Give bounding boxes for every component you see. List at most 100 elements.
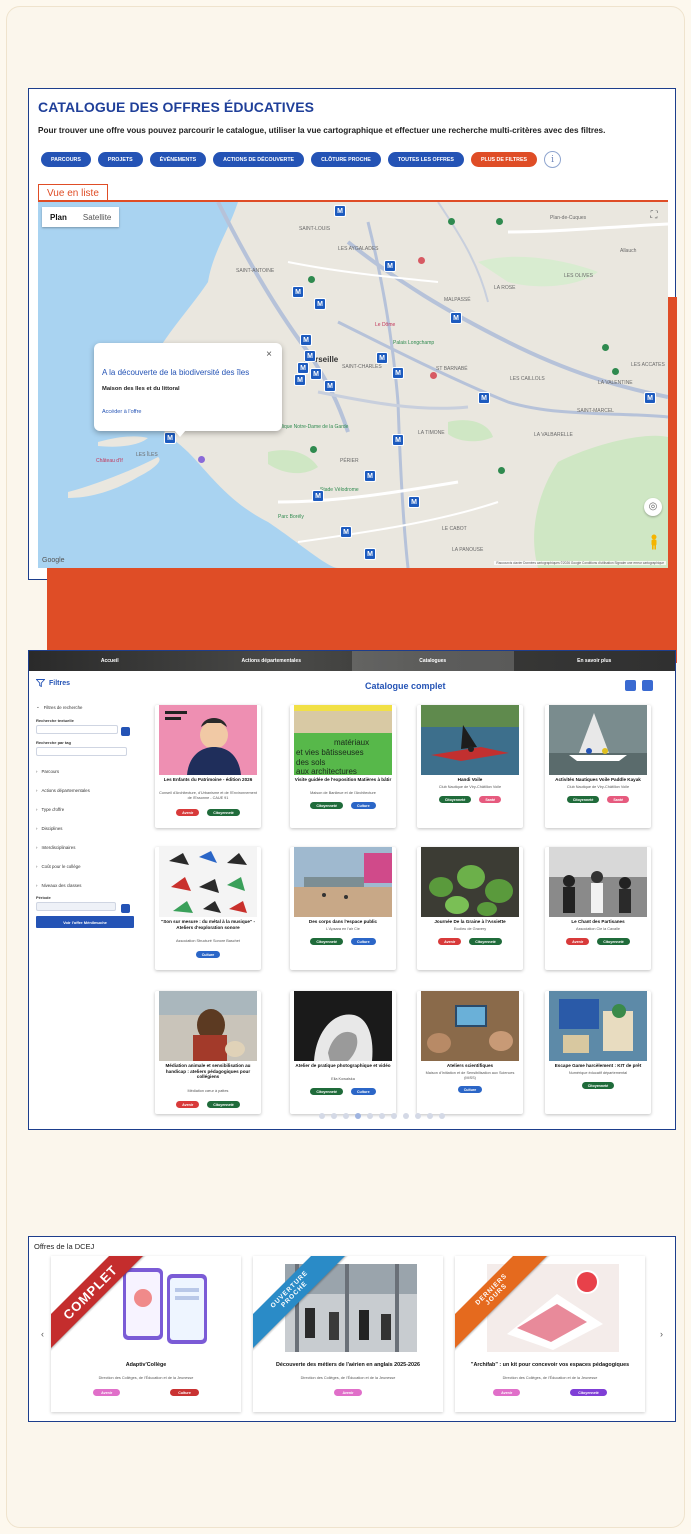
poi-park-icon[interactable]: [612, 368, 619, 375]
filter-group-disciplines[interactable]: › Disciplines: [36, 819, 134, 838]
filter-group-parcours[interactable]: › Parcours: [36, 762, 134, 781]
offer-card[interactable]: "Son sur mesure : du métal à la musique"…: [155, 847, 261, 970]
offer-marker-icon[interactable]: M: [364, 548, 376, 560]
nav-item-en-savoir-plus[interactable]: En savoir plus: [514, 651, 676, 671]
offer-marker-icon[interactable]: M: [310, 368, 322, 380]
my-location-icon[interactable]: ◎: [644, 498, 662, 516]
page-dot[interactable]: [319, 1113, 325, 1119]
page-dot[interactable]: [427, 1113, 433, 1119]
filter-projets-button[interactable]: PROJETS: [97, 152, 143, 167]
offer-card[interactable]: matériaux et vies bâtisseuses des sols aux …: [290, 705, 396, 828]
offer-card[interactable]: Escape Game harcèlement : KIT de prêt Nu…: [545, 991, 651, 1114]
offer-marker-icon[interactable]: M: [364, 470, 376, 482]
poi-landmark-icon[interactable]: [430, 372, 437, 379]
offer-card[interactable]: Handi Voile Club Nautique de Viry-Châtil…: [417, 705, 523, 828]
offer-marker-icon[interactable]: M: [304, 350, 316, 362]
map-type-plan[interactable]: Plan: [42, 207, 75, 227]
period-input[interactable]: [36, 902, 116, 911]
dcej-offer-card[interactable]: OUVERTURE PROCHE Découverte des métiers …: [253, 1256, 443, 1412]
dcej-offer-card[interactable]: DERNIERS JOURS "Archifab" : un kit pour …: [455, 1256, 645, 1412]
map-label: SAINT-CHARLES: [342, 364, 382, 370]
offer-marker-icon[interactable]: M: [324, 380, 336, 392]
offer-marker-icon[interactable]: M: [314, 298, 326, 310]
offer-card[interactable]: Atelier de pratique photographique et vi…: [290, 991, 396, 1114]
map-attribution[interactable]: Raccourcis clavier Données cartographiqu…: [494, 561, 666, 565]
map-view-icon[interactable]: [642, 680, 653, 691]
offer-marker-icon[interactable]: M: [334, 205, 346, 217]
offer-card[interactable]: Ateliers scientifiques Maison d'Initiati…: [417, 991, 523, 1114]
filters-section-toggle[interactable]: ⌄ Filtres de recherche: [36, 699, 134, 715]
offer-marker-icon[interactable]: M: [384, 260, 396, 272]
offer-marker-icon[interactable]: M: [300, 334, 312, 346]
poi-park-icon[interactable]: [496, 218, 503, 225]
tag-select[interactable]: [36, 747, 127, 756]
offer-marker-icon[interactable]: M: [376, 352, 388, 364]
offer-marker-icon[interactable]: M: [644, 392, 656, 404]
page-dot[interactable]: [439, 1113, 445, 1119]
fullscreen-icon[interactable]: ⛶: [646, 208, 662, 224]
offer-marker-icon[interactable]: M: [297, 362, 309, 374]
poi-park-icon[interactable]: [602, 344, 609, 351]
offer-marker-icon[interactable]: M: [312, 490, 324, 502]
filter-group-cout[interactable]: › Coût pour le collège: [36, 857, 134, 876]
offer-marker-icon[interactable]: M: [478, 392, 490, 404]
filter-group-niveaux[interactable]: › Niveaux des classes: [36, 876, 134, 895]
offer-marker-icon[interactable]: M: [408, 496, 420, 508]
poi-park-icon[interactable]: [310, 446, 317, 453]
offer-card[interactable]: Le Chant des Partisanes Association Cie …: [545, 847, 651, 970]
dcej-offer-card[interactable]: COMPLET Adaptiv'Collège Direction des Co…: [51, 1256, 241, 1412]
offer-marker-icon[interactable]: M: [292, 286, 304, 298]
filter-evenements-button[interactable]: ÉVÉNEMENTS: [149, 152, 207, 167]
offer-card[interactable]: Activités Nautiques Voile Paddle Kayak C…: [545, 705, 651, 828]
tab-list-view[interactable]: Vue en liste: [38, 184, 108, 201]
nav-item-actions[interactable]: Actions départementales: [191, 651, 353, 671]
offer-image: [421, 847, 519, 917]
offer-marker-icon[interactable]: M: [294, 374, 306, 386]
info-icon[interactable]: i: [544, 151, 562, 168]
more-filters-button[interactable]: PLUS DE FILTRES: [470, 152, 538, 167]
grid-view-icon[interactable]: [625, 680, 636, 691]
page-dot[interactable]: [391, 1113, 397, 1119]
keyword-input[interactable]: [36, 725, 118, 734]
street-view-pegman-icon[interactable]: [650, 534, 658, 550]
poi-park-icon[interactable]: [448, 218, 455, 225]
page-dot[interactable]: [331, 1113, 337, 1119]
page-dot[interactable]: [343, 1113, 349, 1119]
offer-marker-icon[interactable]: M: [340, 526, 352, 538]
page-dot[interactable]: [367, 1113, 373, 1119]
map-type-satellite[interactable]: Satellite: [75, 207, 119, 227]
filter-group-interdisciplinaires[interactable]: › Interdisciplinaires: [36, 838, 134, 857]
menilmuche-offer-button[interactable]: Voir l'offre Ménilmuche: [36, 916, 134, 928]
carousel-prev-icon[interactable]: ‹: [41, 1329, 44, 1339]
page-dot[interactable]: [415, 1113, 421, 1119]
popup-offer-link[interactable]: Accéder à l'offre: [102, 409, 141, 415]
offer-marker-icon[interactable]: M: [392, 367, 404, 379]
nav-item-catalogues[interactable]: Catalogues: [352, 651, 514, 671]
page-dot[interactable]: [379, 1113, 385, 1119]
filter-group-actions[interactable]: › Actions départementales: [36, 781, 134, 800]
carousel-next-icon[interactable]: ›: [660, 1329, 663, 1339]
filter-parcours-button[interactable]: PARCOURS: [41, 152, 91, 167]
nav-item-accueil[interactable]: Accueil: [29, 651, 191, 671]
filter-actions-decouverte-button[interactable]: ACTIONS DE DÉCOUVERTE: [213, 152, 305, 167]
offer-card[interactable]: Médiation animale et sensibilisation au …: [155, 991, 261, 1114]
poi-landmark-icon[interactable]: [198, 456, 205, 463]
offer-card[interactable]: Des corps dans l'espace public L'Apsara …: [290, 847, 396, 970]
page-dot[interactable]: [403, 1113, 409, 1119]
page-dot-active[interactable]: [355, 1113, 361, 1119]
offer-card[interactable]: Les Enfants du Patrimoine - édition 2026…: [155, 705, 261, 828]
close-icon[interactable]: ×: [266, 349, 272, 360]
poi-landmark-icon[interactable]: [418, 257, 425, 264]
offer-card[interactable]: Journée De la Graine à l'Assiette Ecolie…: [417, 847, 523, 970]
calendar-icon[interactable]: [121, 904, 130, 913]
filters-header[interactable]: Filtres: [36, 679, 70, 687]
map-view[interactable]: Plan Satellite ⛶ Plan-de-Cuques Allauch …: [38, 202, 668, 568]
offer-marker-icon[interactable]: M: [392, 434, 404, 446]
offer-marker-icon[interactable]: M: [450, 312, 462, 324]
poi-park-icon[interactable]: [498, 467, 505, 474]
filter-toutes-offres-button[interactable]: TOUTES LES OFFRES: [387, 152, 464, 167]
search-button[interactable]: [121, 727, 130, 736]
filter-group-type[interactable]: › Type d'offre: [36, 800, 134, 819]
poi-park-icon[interactable]: [308, 276, 315, 283]
filter-cloture-proche-button[interactable]: CLÔTURE PROCHE: [311, 152, 381, 167]
